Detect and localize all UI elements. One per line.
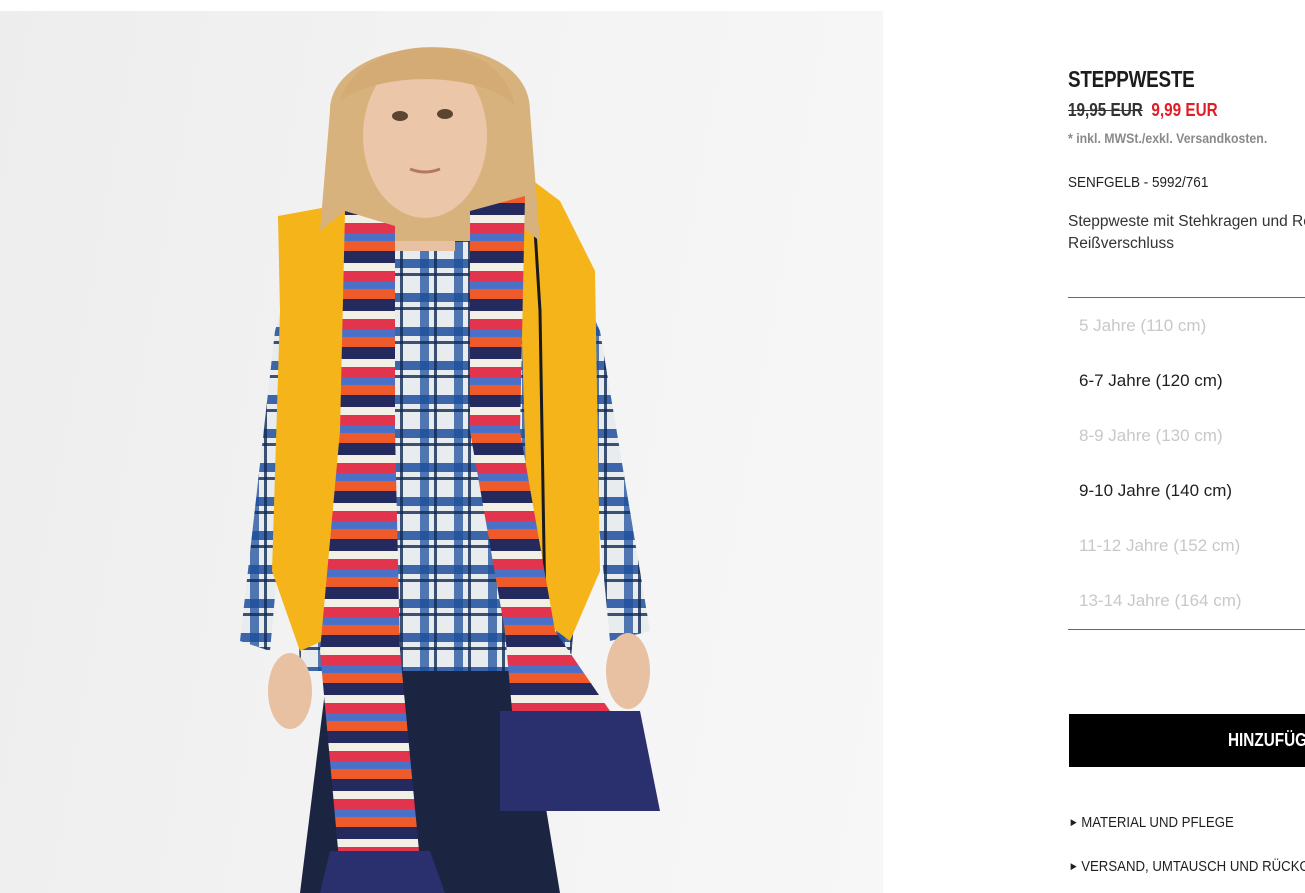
tax-note: * inkl. MWSt./exkl. Versandkosten. — [1068, 130, 1268, 146]
triangle-right-icon: ▶ — [1070, 861, 1077, 871]
add-to-cart-button[interactable]: HINZUFÜGEN — [1069, 714, 1305, 767]
size-option-6-7-jahre[interactable]: 6-7 Jahre (120 cm) — [1079, 371, 1223, 391]
sale-price: 9,99 EUR — [1151, 100, 1218, 120]
size-option-9-10-jahre[interactable]: 9-10 Jahre (140 cm) — [1079, 481, 1232, 501]
size-option-11-12-jahre[interactable]: 11-12 Jahre (152 cm) — [1079, 536, 1240, 556]
price-row: 19,95 EUR 9,99 EUR — [1068, 100, 1218, 121]
accordion-material[interactable]: ▶ MATERIAL UND PFLEGE — [1068, 814, 1234, 831]
accordion-shipping-label: VERSAND, UMTAUSCH UND RÜCKGABE — [1081, 858, 1305, 875]
size-option-8-9-jahre[interactable]: 8-9 Jahre (130 cm) — [1079, 426, 1223, 446]
accordion-material-label: MATERIAL UND PFLEGE — [1081, 814, 1234, 831]
accordion-shipping[interactable]: ▶ VERSAND, UMTAUSCH UND RÜCKGABE — [1068, 858, 1305, 875]
product-title: STEPPWESTE — [1068, 66, 1195, 92]
triangle-right-icon: ▶ — [1070, 817, 1077, 827]
product-photo[interactable] — [0, 11, 883, 893]
color-reference: SENFGELB - 5992/761 — [1068, 174, 1209, 191]
product-info-panel: STEPPWESTE 19,95 EUR 9,99 EUR * inkl. MWS… — [1068, 0, 1305, 893]
product-photo-illustration — [240, 47, 660, 893]
original-price: 19,95 EUR — [1068, 100, 1143, 120]
size-list: 5 Jahre (110 cm) 6-7 Jahre (120 cm) 8-9 … — [1068, 297, 1305, 630]
product-description: Steppweste mit Stehkragen und Reißversch… — [1068, 213, 1305, 252]
add-to-cart-label: HINZUFÜGEN — [1228, 730, 1305, 750]
size-option-13-14-jahre[interactable]: 13-14 Jahre (164 cm) — [1079, 591, 1242, 611]
size-option-5-jahre[interactable]: 5 Jahre (110 cm) — [1079, 316, 1206, 336]
